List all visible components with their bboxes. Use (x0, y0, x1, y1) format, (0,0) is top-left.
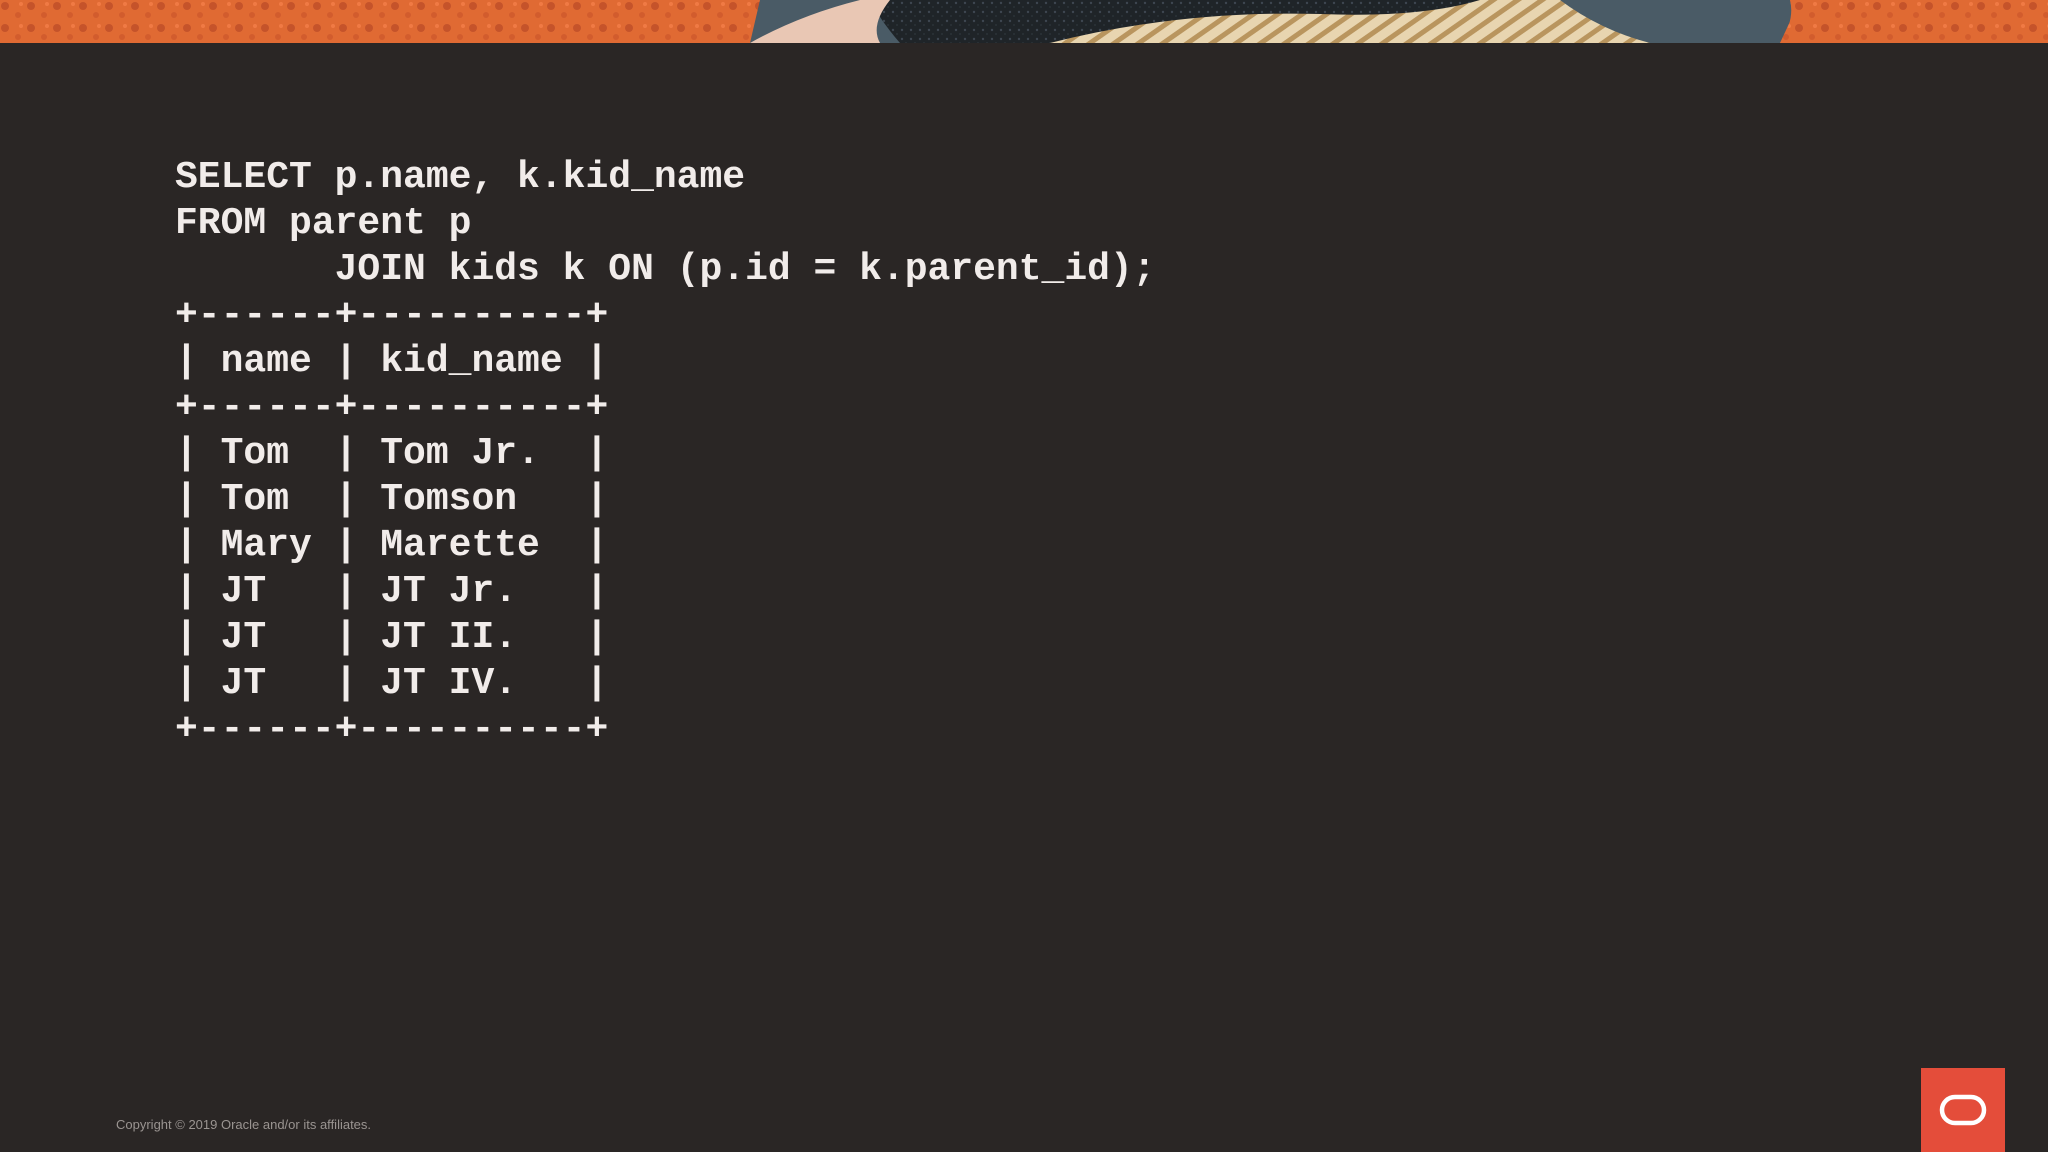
oracle-logo (1921, 1068, 2005, 1152)
banner-artwork (0, 0, 2048, 43)
result-table-row: | Mary | Marette | (175, 524, 609, 567)
result-table-header: | name | kid_name | (175, 340, 609, 383)
sql-code-block: SELECT p.name, k.kid_name FROM parent p J… (175, 155, 1156, 753)
result-table-border: +------+----------+ (175, 294, 609, 337)
result-table-row: | Tom | Tom Jr. | (175, 432, 609, 475)
result-table-border: +------+----------+ (175, 386, 609, 429)
oracle-logo-icon (1939, 1094, 1987, 1126)
presentation-slide: SELECT p.name, k.kid_name FROM parent p J… (0, 0, 2048, 1152)
decorative-banner (0, 0, 2048, 43)
result-table-row: | JT | JT Jr. | (175, 570, 609, 613)
result-table-border: +------+----------+ (175, 708, 609, 751)
code-line: FROM parent p (175, 202, 472, 245)
code-line: SELECT p.name, k.kid_name (175, 156, 746, 199)
result-table-row: | JT | JT II. | (175, 616, 609, 659)
code-line: JOIN kids k ON (p.id = k.parent_id); (175, 248, 1156, 291)
copyright-notice: Copyright © 2019 Oracle and/or its affil… (116, 1117, 372, 1132)
result-table-row: | JT | JT IV. | (175, 662, 609, 705)
result-table-row: | Tom | Tomson | (175, 478, 609, 521)
